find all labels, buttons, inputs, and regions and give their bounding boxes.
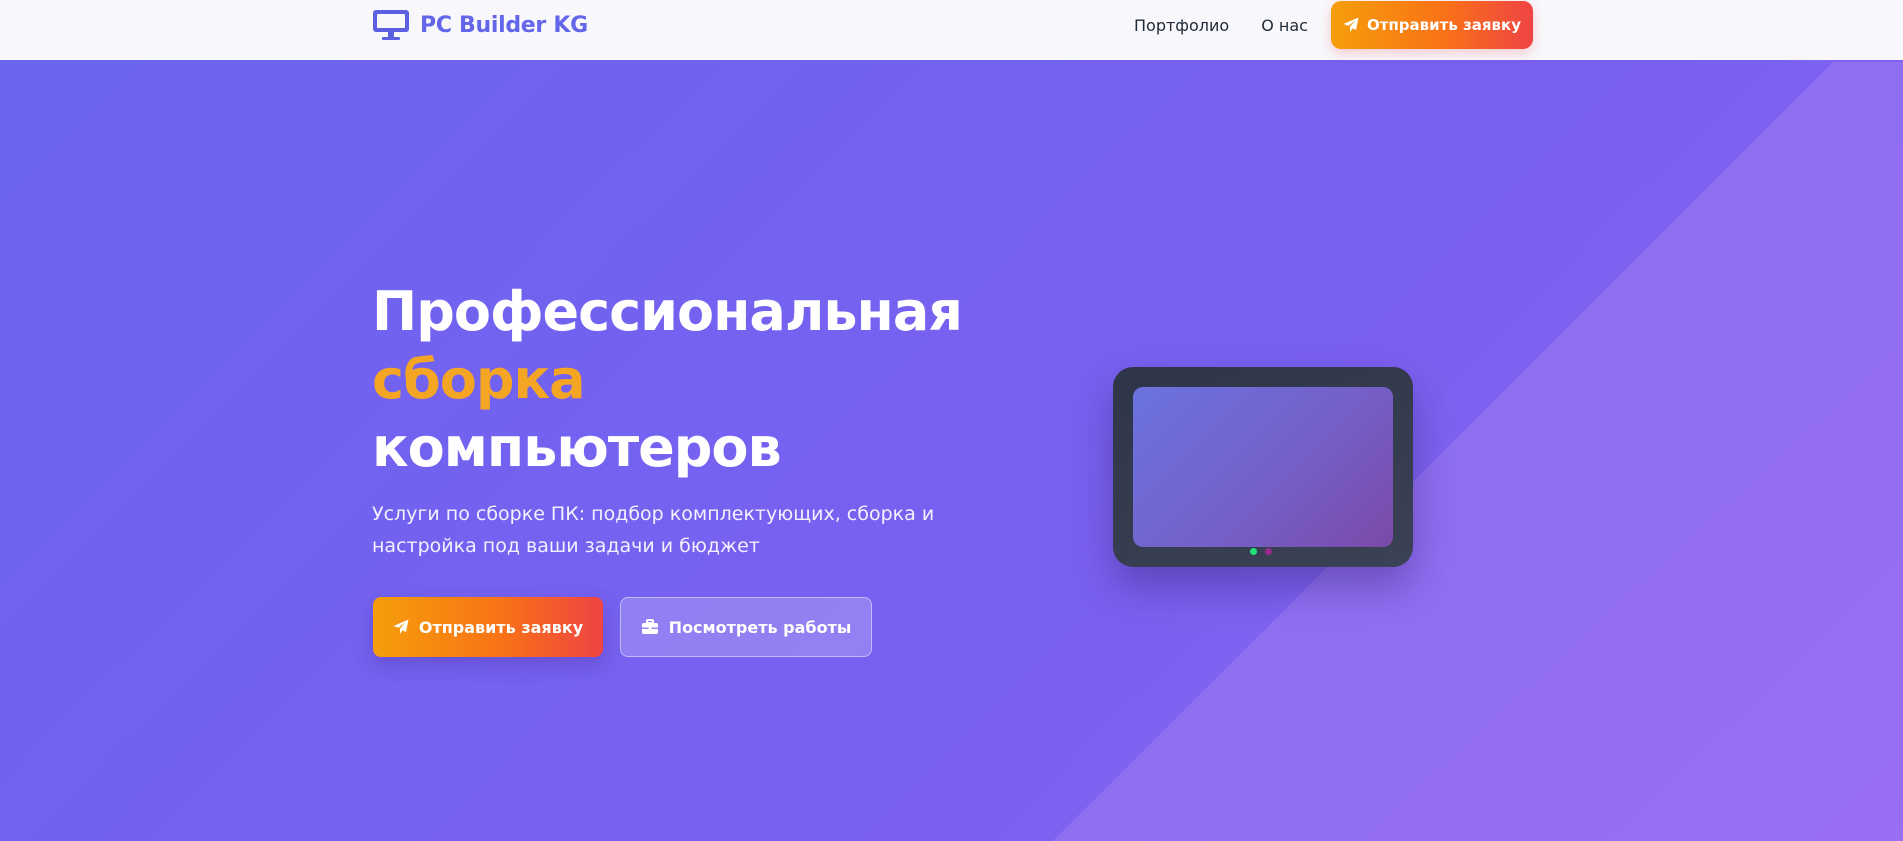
logo-text: PC Builder KG [420,12,588,38]
hero-submit-request-button[interactable]: Отправить заявку [373,597,603,657]
site-header: PC Builder KG Портфолио О нас Отправить … [0,0,1903,60]
logo-link[interactable]: PC Builder KG [372,8,588,42]
hero-title: Профессиональная сборка компьютеров [372,278,1072,482]
monitor-illustration [1113,367,1413,567]
header-submit-request-button[interactable]: Отправить заявку [1331,1,1533,49]
hero-secondary-label: Посмотреть работы [668,617,852,637]
view-works-button[interactable]: Посмотреть работы [620,597,872,657]
page: PC Builder KG Портфолио О нас Отправить … [0,0,1903,841]
hero-title-accent: сборка [372,348,586,411]
paper-plane-icon [1343,17,1359,32]
status-led-icon [1265,548,1272,555]
hero-primary-label: Отправить заявку [418,617,584,637]
power-led-icon [1250,548,1257,555]
main-nav: Портфолио О нас [1120,0,1308,50]
hero-subtitle: Услуги по сборке ПК: подбор комплектующи… [372,503,935,557]
briefcase-icon [641,619,658,634]
monitor-screen [1133,387,1393,547]
hero-section: Профессиональная сборка компьютеров Услу… [0,60,1903,841]
hero-title-line1: Профессиональная [372,280,963,343]
monitor-icon [373,10,409,40]
paper-plane-icon [393,619,409,634]
header-cta-label: Отправить заявку [1367,16,1521,34]
nav-link-about[interactable]: О нас [1261,16,1308,35]
hero-title-line3: компьютеров [372,416,782,479]
nav-link-portfolio[interactable]: Портфолио [1134,16,1229,35]
